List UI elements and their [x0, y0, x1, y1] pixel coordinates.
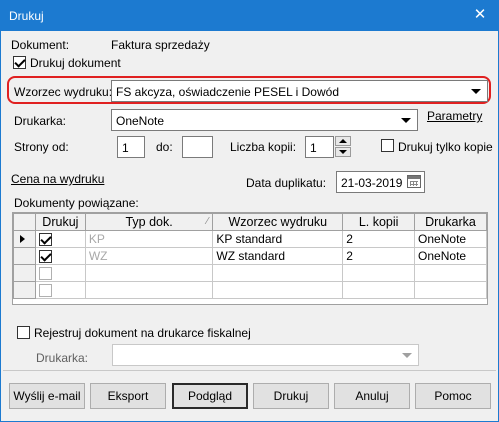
print-only-copies-label: Drukuj tylko kopie	[398, 140, 493, 154]
export-button[interactable]: Eksport	[90, 383, 166, 409]
sort-icon: ⁄	[206, 216, 209, 227]
template-combo[interactable]: FS akcyza, oświadczenie PESEL i Dowód	[111, 80, 488, 102]
document-label: Dokument:	[11, 38, 70, 52]
copies-value: 1	[310, 141, 317, 155]
cell-printer[interactable]	[414, 281, 487, 299]
row-indicator	[13, 247, 36, 265]
dropdown-arrow-icon[interactable]	[471, 89, 481, 94]
cell-print[interactable]	[34, 281, 86, 299]
calendar-icon[interactable]	[407, 175, 421, 188]
col-header-type-label: Typ dok.	[125, 215, 173, 229]
col-header-copies[interactable]: L. kopii	[342, 213, 416, 231]
pages-from-value: 1	[122, 141, 129, 155]
cell-type[interactable]	[84, 281, 214, 299]
col-header-print[interactable]: Drukuj	[34, 213, 86, 231]
related-documents-table: Drukuj Typ dok. ⁄ Wzorzec wydruku L. kopi…	[13, 213, 487, 299]
pages-from-label: Strony od:	[14, 140, 69, 154]
row-print-checkbox[interactable]	[38, 284, 52, 298]
template-label: Wzorzec wydruku:	[14, 85, 113, 99]
col-header-printer[interactable]: Drukarka	[414, 213, 487, 231]
duplicate-date-label: Data duplikatu:	[246, 176, 327, 190]
cell-type[interactable]: WZ	[84, 247, 214, 265]
row-pointer-icon	[20, 235, 25, 243]
row-print-checkbox[interactable]	[38, 233, 52, 247]
table-row[interactable]: WZ WZ standard 2 OneNote	[13, 247, 487, 265]
fiscal-register-label: Rejestruj dokument na drukarce fiskalnej	[34, 326, 251, 340]
dropdown-arrow-icon[interactable]	[402, 353, 412, 358]
table-header-row: Drukuj Typ dok. ⁄ Wzorzec wydruku L. kopi…	[13, 213, 487, 231]
cell-print[interactable]	[34, 230, 86, 248]
help-button[interactable]: Pomoc	[415, 383, 491, 409]
print-dialog: Drukuj ✕ Dokument: Faktura sprzedaży Dru…	[0, 0, 499, 422]
preview-button[interactable]: Podgląd	[172, 383, 248, 409]
related-documents-label: Dokumenty powiązane:	[14, 196, 139, 210]
spin-down-icon[interactable]	[335, 147, 351, 157]
cell-print[interactable]	[34, 247, 86, 265]
row-print-checkbox[interactable]	[38, 250, 52, 264]
table-row[interactable]: KP KP standard 2 OneNote	[13, 230, 487, 248]
cell-copies[interactable]	[342, 264, 416, 282]
duplicate-date-value: 21-03-2019	[341, 176, 403, 190]
col-header-template[interactable]: Wzorzec wydruku	[212, 213, 344, 231]
copies-input[interactable]: 1	[305, 136, 334, 158]
cell-printer[interactable]	[414, 264, 487, 282]
row-indicator	[13, 264, 36, 282]
cell-type[interactable]	[84, 264, 214, 282]
cell-print[interactable]	[34, 264, 86, 282]
header-indicator	[13, 213, 36, 231]
printer-value: OneNote	[116, 114, 165, 128]
row-indicator	[13, 281, 36, 299]
duplicate-date-input[interactable]: 21-03-2019	[336, 171, 425, 193]
parameters-link[interactable]: Parametry	[427, 109, 482, 123]
template-value: FS akcyza, oświadczenie PESEL i Dowód	[116, 85, 339, 99]
printer-combo[interactable]: OneNote	[111, 109, 418, 131]
print-document-label: Drukuj dokument	[30, 56, 121, 70]
pages-to-label: do:	[156, 140, 173, 154]
cell-template[interactable]: WZ standard	[212, 247, 344, 265]
cell-copies[interactable]: 2	[342, 230, 416, 248]
cell-printer[interactable]: OneNote	[414, 230, 487, 248]
row-indicator	[13, 230, 36, 248]
send-email-button[interactable]: Wyślij e-mail	[9, 383, 85, 409]
print-only-copies-checkbox[interactable]	[381, 139, 394, 152]
cell-template[interactable]: KP standard	[212, 230, 344, 248]
cancel-button[interactable]: Anuluj	[334, 383, 410, 409]
print-document-checkbox[interactable]	[13, 56, 26, 69]
divider	[3, 370, 496, 371]
window-title: Drukuj	[9, 9, 44, 23]
document-value: Faktura sprzedaży	[111, 38, 210, 52]
close-icon[interactable]: ✕	[472, 7, 488, 23]
fiscal-printer-combo[interactable]	[112, 344, 419, 366]
cell-printer[interactable]: OneNote	[414, 247, 487, 265]
table-row[interactable]	[13, 264, 487, 282]
printer-label: Drukarka:	[14, 114, 67, 128]
col-header-type[interactable]: Typ dok. ⁄	[84, 213, 214, 231]
print-button[interactable]: Drukuj	[253, 383, 329, 409]
cell-type[interactable]: KP	[84, 230, 214, 248]
cell-template[interactable]	[212, 281, 344, 299]
fiscal-register-checkbox[interactable]	[17, 326, 30, 339]
cell-copies[interactable]	[342, 281, 416, 299]
pages-from-input[interactable]: 1	[117, 136, 145, 158]
cell-template[interactable]	[212, 264, 344, 282]
dropdown-arrow-icon[interactable]	[401, 118, 411, 123]
row-print-checkbox[interactable]	[38, 267, 52, 281]
price-on-print-link[interactable]: Cena na wydruku	[11, 172, 104, 186]
title-bar: Drukuj ✕	[1, 1, 498, 31]
related-documents-grid: Drukuj Typ dok. ⁄ Wzorzec wydruku L. kopi…	[12, 212, 488, 305]
pages-to-input[interactable]	[182, 136, 213, 158]
copies-label: Liczba kopii:	[230, 140, 297, 154]
spin-up-icon[interactable]	[335, 136, 351, 146]
fiscal-printer-label: Drukarka:	[36, 351, 89, 365]
table-row[interactable]	[13, 281, 487, 299]
cell-copies[interactable]: 2	[342, 247, 416, 265]
